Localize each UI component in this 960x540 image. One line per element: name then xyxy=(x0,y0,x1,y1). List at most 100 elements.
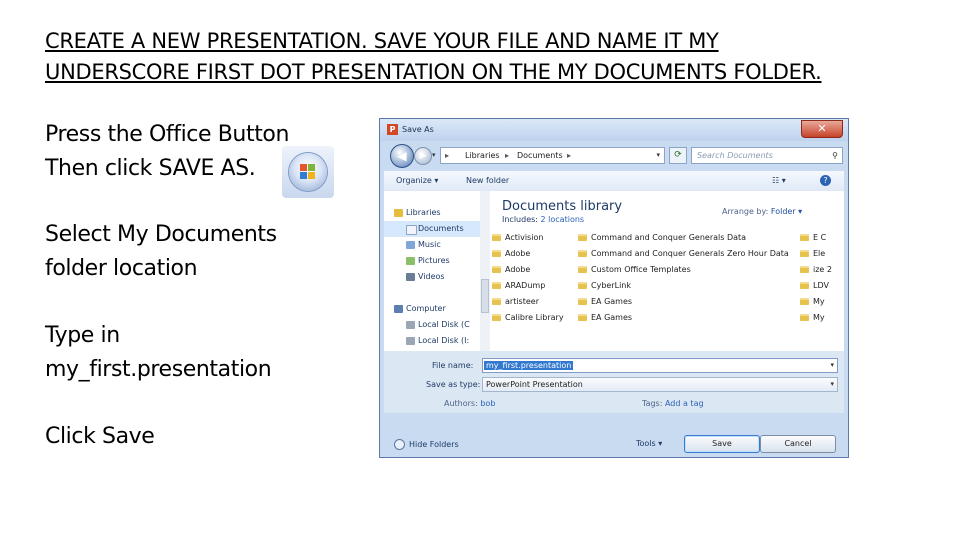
refresh-icon[interactable]: ⟳ xyxy=(669,147,687,164)
folder-name: Calibre Library xyxy=(505,313,564,322)
folder-icon xyxy=(492,250,501,257)
file-list: Documents library Includes: 2 locations … xyxy=(490,191,844,351)
cancel-button[interactable]: Cancel xyxy=(760,435,836,453)
authors-value[interactable]: bob xyxy=(480,399,495,408)
music-icon xyxy=(406,241,415,249)
save-form: File name: my_first.presentation ▾ Save … xyxy=(384,351,844,413)
address-chevron-icon[interactable]: ▸ xyxy=(567,148,571,163)
nav-item-pictures[interactable]: Pictures xyxy=(384,253,480,269)
address-segment-documents[interactable]: Documents xyxy=(517,148,563,163)
computer-icon xyxy=(394,305,403,313)
organize-button[interactable]: Organize ▾ xyxy=(396,176,438,185)
address-chevron-icon[interactable]: ▸ xyxy=(505,148,509,163)
tags-label: Tags: xyxy=(642,399,663,408)
nav-item-music[interactable]: Music xyxy=(384,237,480,253)
nav-item-documents[interactable]: Documents xyxy=(384,221,480,237)
file-name-input[interactable]: my_first.presentation ▾ xyxy=(482,358,838,373)
folder-icon xyxy=(492,266,501,273)
folder-icon xyxy=(578,266,587,273)
folder-name: EA Games xyxy=(591,297,633,306)
search-input[interactable]: Search Documents ⚲ xyxy=(691,147,843,164)
save-button[interactable]: Save xyxy=(684,435,760,453)
nav-item-label: Pictures xyxy=(418,256,450,265)
forward-arrow-icon[interactable]: ▶ xyxy=(414,147,432,165)
nav-item-local-disk-i[interactable]: Local Disk (I: xyxy=(384,333,480,349)
save-as-type-dropdown-icon[interactable]: ▾ xyxy=(830,378,834,391)
folder-name: LDV xyxy=(813,281,829,290)
folder-name: CyberLink xyxy=(591,281,631,290)
nav-item-videos[interactable]: Videos xyxy=(384,269,480,285)
nav-item-local-disk-c[interactable]: Local Disk (C xyxy=(384,317,480,333)
navigation-bar: ◀ ▶ ▾ ▸ Libraries ▸ Documents ▸ ▾ ⟳ Sear… xyxy=(380,141,848,171)
address-root-chevron-icon[interactable]: ▸ xyxy=(445,148,449,163)
recent-pages-dropdown[interactable]: ▾ xyxy=(432,151,436,159)
nav-item-label: Music xyxy=(418,240,441,249)
slide-title-line2: UNDERSCORE FIRST DOT PRESENTATION ON THE… xyxy=(45,60,822,84)
address-segment-libraries[interactable]: Libraries xyxy=(465,148,500,163)
folder-name: Activision xyxy=(505,233,544,242)
folder-icon xyxy=(578,314,587,321)
save-as-dialog: P Save As ✕ ◀ ▶ ▾ ▸ Libraries ▸ Document… xyxy=(379,118,849,458)
folder-icon xyxy=(800,298,809,305)
file-name-label: File name: xyxy=(432,361,474,370)
folder-name: E C xyxy=(813,233,827,242)
folder-icon xyxy=(800,250,809,257)
slide-title: CREATE A NEW PRESENTATION. SAVE YOUR FIL… xyxy=(45,26,945,88)
hide-folders-toggle[interactable]: Hide Folders xyxy=(394,439,459,450)
change-view-icon[interactable]: ☷ ▾ xyxy=(772,176,786,185)
tools-dropdown[interactable]: Tools ▾ xyxy=(636,439,662,448)
nav-item-label: Computer xyxy=(406,304,446,313)
pictures-icon xyxy=(406,257,415,265)
instruction-step4: Click Save xyxy=(45,424,155,449)
nav-item-label: Local Disk (I: xyxy=(418,336,470,345)
arrange-by-dropdown[interactable]: Folder ▾ xyxy=(771,207,802,216)
libraries-icon xyxy=(394,209,403,217)
authors-label: Authors: xyxy=(444,399,478,408)
videos-icon xyxy=(406,273,415,281)
folder-name: Adobe xyxy=(505,265,531,274)
save-as-type-select[interactable]: PowerPoint Presentation ▾ xyxy=(482,377,838,392)
folder-icon xyxy=(578,282,587,289)
disk-icon xyxy=(406,337,415,345)
address-dropdown-icon[interactable]: ▾ xyxy=(656,148,660,163)
folder-name: artisteer xyxy=(505,297,539,306)
authors-field: Authors: bob xyxy=(444,399,495,408)
library-title: Documents library xyxy=(502,199,623,214)
navigation-pane: Libraries Documents Music Pictures Video… xyxy=(384,191,481,351)
back-arrow-icon[interactable]: ◀ xyxy=(390,144,414,168)
close-button[interactable]: ✕ xyxy=(801,120,843,138)
address-bar[interactable]: ▸ Libraries ▸ Documents ▸ ▾ xyxy=(440,147,665,164)
new-folder-button[interactable]: New folder xyxy=(466,176,509,185)
nav-item-libraries[interactable]: Libraries xyxy=(384,205,480,221)
documents-icon xyxy=(406,225,417,235)
slide-title-line1: CREATE A NEW PRESENTATION. SAVE YOUR FIL… xyxy=(45,29,719,53)
dialog-titlebar: P Save As ✕ xyxy=(380,119,848,141)
arrange-by-label: Arrange by: xyxy=(722,207,769,216)
folder-name: My xyxy=(813,297,825,306)
instruction-step3-line2: my_first.presentation xyxy=(45,357,272,382)
nav-item-computer[interactable]: Computer xyxy=(384,301,480,317)
office-button-icon[interactable] xyxy=(282,146,334,198)
folder-icon xyxy=(800,266,809,273)
folder-icon xyxy=(800,282,809,289)
tags-value[interactable]: Add a tag xyxy=(665,399,704,408)
navigation-pane-scrollbar[interactable] xyxy=(480,191,490,351)
dialog-toolbar: Organize ▾ New folder ☷ ▾ ? xyxy=(384,171,844,192)
folder-name: EA Games xyxy=(591,313,633,322)
search-icon[interactable]: ⚲ xyxy=(832,148,838,163)
instruction-step3: Type in my_first.presentation xyxy=(45,319,345,387)
folder-name: Custom Office Templates xyxy=(591,265,691,274)
instruction-step2: Select My Documents folder location xyxy=(45,218,345,286)
dialog-footer: Hide Folders Tools ▾ Save Cancel xyxy=(380,413,848,457)
file-name-dropdown-icon[interactable]: ▾ xyxy=(830,359,834,372)
includes-locations-link[interactable]: 2 locations xyxy=(541,215,585,224)
folder-icon xyxy=(492,314,501,321)
folder-name: ARADump xyxy=(505,281,546,290)
help-icon[interactable]: ? xyxy=(820,175,831,186)
scrollbar-thumb[interactable] xyxy=(481,279,489,313)
folder-name: Ele xyxy=(813,249,826,258)
search-placeholder: Search Documents xyxy=(697,151,773,160)
nav-item-label: Local Disk (C xyxy=(418,320,470,329)
file-name-value: my_first.presentation xyxy=(484,361,574,370)
folder-icon xyxy=(492,282,501,289)
